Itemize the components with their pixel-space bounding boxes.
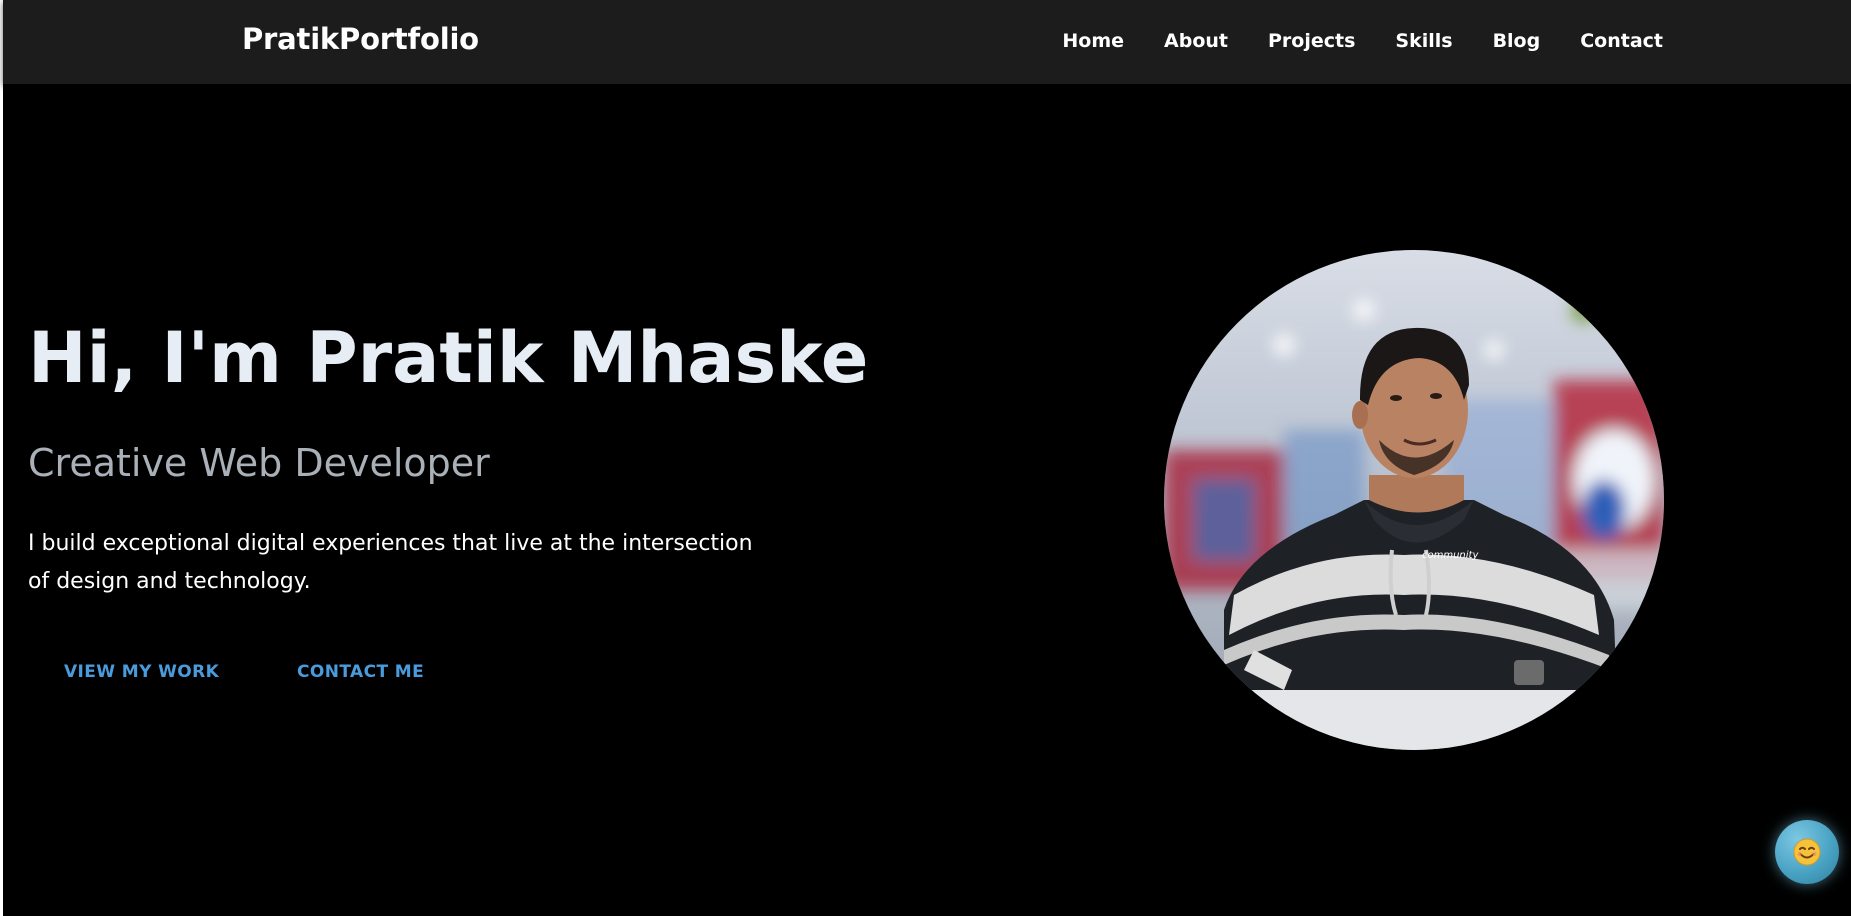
profile-photo: community <box>1164 250 1664 750</box>
nav-link-about[interactable]: About <box>1164 30 1228 52</box>
hero-title: Hi, I'm Pratik Mhaske <box>28 317 869 399</box>
brand-logo[interactable]: PratikPortfolio <box>242 22 479 56</box>
contact-me-button[interactable]: CONTACT ME <box>261 650 460 694</box>
view-my-work-button[interactable]: VIEW MY WORK <box>28 650 255 694</box>
nav-link-home[interactable]: Home <box>1062 30 1124 52</box>
chat-widget-button[interactable] <box>1775 820 1839 884</box>
navbar: PratikPortfolio Home About Projects Skil… <box>3 0 1851 84</box>
nav-links: Home About Projects Skills Blog Contact <box>1062 30 1663 52</box>
svg-text:community: community <box>1422 550 1479 561</box>
window-edge <box>0 0 3 916</box>
page: PratikPortfolio Home About Projects Skil… <box>0 0 1851 916</box>
nav-link-projects[interactable]: Projects <box>1268 30 1355 52</box>
nav-link-skills[interactable]: Skills <box>1395 30 1452 52</box>
nav-link-blog[interactable]: Blog <box>1493 30 1541 52</box>
profile-photo-illustration: community <box>1164 250 1664 750</box>
hero-description: I build exceptional digital experiences … <box>28 531 753 594</box>
nav-link-contact[interactable]: Contact <box>1580 30 1663 52</box>
smiley-face-icon <box>1793 838 1821 866</box>
hero-subtitle: Creative Web Developer <box>28 441 490 485</box>
